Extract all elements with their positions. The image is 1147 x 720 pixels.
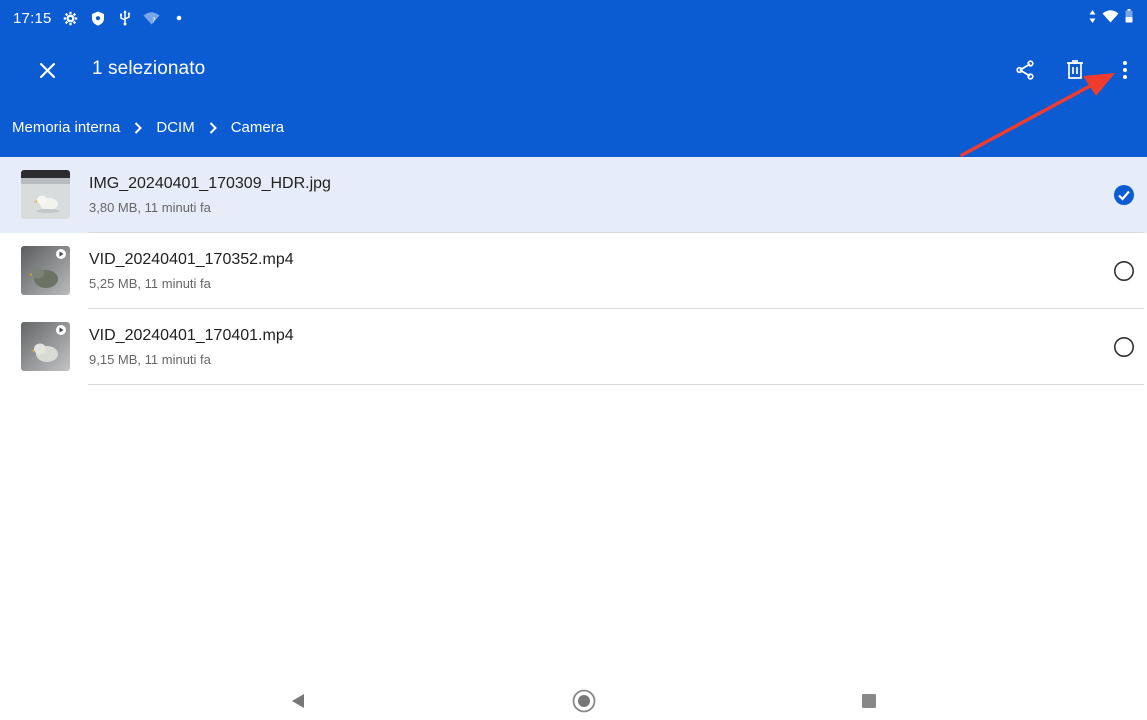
status-bar: 17:15 ? [0, 0, 1147, 36]
file-list: IMG_20240401_170309_HDR.jpg 3,80 MB, 11 … [0, 157, 1147, 385]
chevron-right-icon [209, 121, 217, 134]
breadcrumb: Memoria interna DCIM Camera [12, 119, 284, 136]
file-row-img-20240401-170309[interactable]: IMG_20240401_170309_HDR.jpg 3,80 MB, 11 … [0, 157, 1147, 233]
usb-icon [116, 9, 134, 27]
wifi-icon [1102, 9, 1119, 27]
file-meta: 3,80 MB, 11 minuti fa [89, 200, 211, 215]
status-time: 17:15 [13, 9, 52, 27]
selection-title: 1 selezionato [92, 58, 206, 79]
file-meta: 9,15 MB, 11 minuti fa [89, 352, 211, 367]
shield-icon [89, 9, 107, 27]
breadcrumb-item-memoria-interna[interactable]: Memoria interna [12, 119, 120, 136]
dot-icon [170, 9, 188, 27]
more-options-button[interactable] [1110, 55, 1140, 85]
breadcrumb-item-dcim[interactable]: DCIM [156, 119, 194, 136]
wifi-question-icon: ? [143, 9, 161, 27]
file-name: VID_20240401_170352.mp4 [89, 251, 294, 268]
more-vert-icon [1123, 61, 1127, 79]
settings-icon [62, 9, 80, 27]
back-icon [292, 694, 304, 708]
check-circle-icon [1114, 185, 1134, 205]
checkbox-unselected[interactable] [1113, 260, 1135, 282]
delete-icon [1067, 60, 1083, 79]
nav-recents-button[interactable] [856, 688, 882, 714]
home-icon [572, 689, 596, 713]
app-bar: 1 selezionato [0, 42, 1147, 98]
file-meta: 5,25 MB, 11 minuti fa [89, 276, 211, 291]
file-row-vid-20240401-170401[interactable]: VID_20240401_170401.mp4 9,15 MB, 11 minu… [0, 309, 1147, 385]
nav-back-button[interactable] [285, 688, 311, 714]
close-selection-button[interactable] [32, 55, 62, 85]
checkbox-unselected[interactable] [1113, 336, 1135, 358]
circle-outline-icon [1114, 261, 1134, 281]
status-right-icons [1089, 9, 1133, 27]
close-icon [39, 62, 55, 78]
svg-text:?: ? [152, 17, 156, 25]
navigation-bar [0, 680, 1147, 720]
file-name: IMG_20240401_170309_HDR.jpg [89, 175, 331, 192]
delete-button[interactable] [1060, 55, 1090, 85]
share-button[interactable] [1010, 55, 1040, 85]
header: 17:15 ? 1 selezionato Memoria interna DC… [0, 0, 1147, 157]
image-thumbnail [21, 170, 70, 219]
nav-home-button[interactable] [571, 688, 597, 714]
chevron-right-icon [134, 121, 143, 134]
row-divider [88, 384, 1144, 385]
recents-icon [862, 694, 876, 708]
breadcrumb-item-camera[interactable]: Camera [231, 119, 284, 136]
file-row-vid-20240401-170352[interactable]: VID_20240401_170352.mp4 5,25 MB, 11 minu… [0, 233, 1147, 309]
video-thumbnail [21, 246, 70, 295]
share-icon [1016, 60, 1034, 80]
data-arrows-icon [1089, 9, 1096, 27]
checkbox-selected[interactable] [1113, 184, 1135, 206]
file-name: VID_20240401_170401.mp4 [89, 327, 294, 344]
circle-outline-icon [1114, 337, 1134, 357]
video-thumbnail [21, 322, 70, 371]
battery-icon [1125, 9, 1133, 27]
